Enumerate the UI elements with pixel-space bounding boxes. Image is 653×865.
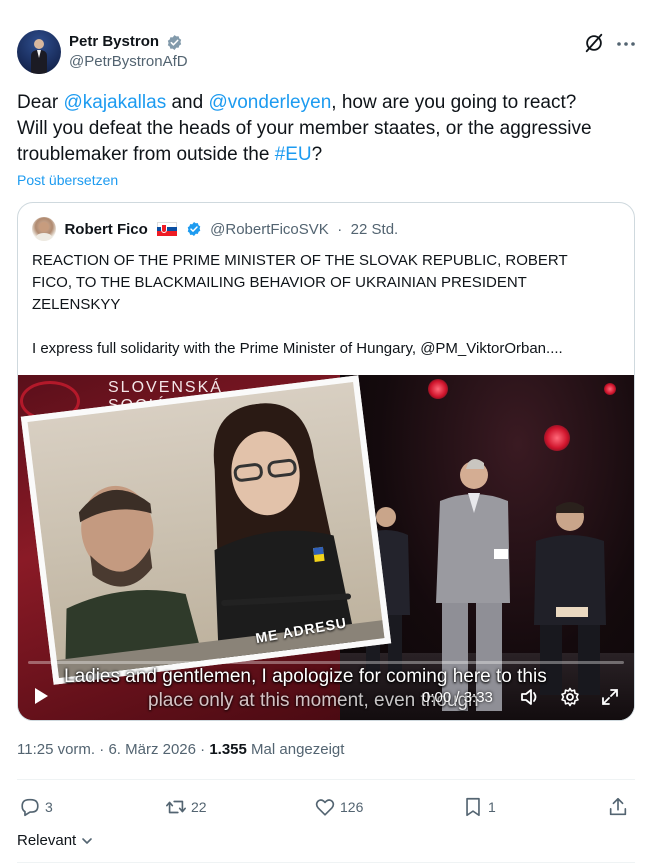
- video-controls: 0:00 / 3:33: [18, 675, 634, 715]
- tweet-text-fragment: ?: [311, 144, 323, 165]
- repost-icon: [166, 800, 186, 814]
- settings-gear-icon[interactable]: [560, 687, 580, 707]
- quoted-body-line: I express full solidarity with the Prime…: [32, 340, 563, 357]
- video-progress-bar[interactable]: [28, 661, 624, 664]
- bookmark-count: 1: [488, 799, 496, 815]
- meta-separator: ·: [200, 741, 206, 758]
- stage-light-icon: [544, 425, 570, 451]
- quoted-post-header: Robert Fico @RobertFicoSVK · 22 Std.: [32, 217, 398, 243]
- slovakia-flag-icon: [157, 222, 178, 236]
- stage-light-icon: [428, 379, 448, 399]
- mention-link[interactable]: @vonderleyen: [208, 92, 331, 113]
- reply-button[interactable]: 3: [19, 793, 53, 821]
- tweet-header: Petr Bystron @PetrBystronAfD: [17, 30, 637, 76]
- quoted-author-handle: @RobertFicoSVK: [210, 220, 329, 238]
- divider: [17, 862, 635, 863]
- mention-link[interactable]: @kajakallas: [63, 92, 166, 113]
- stage-light-icon: [604, 383, 616, 395]
- avatar-person-icon: [31, 39, 47, 74]
- post-date[interactable]: 6. März 2026: [108, 741, 196, 758]
- reply-count: 3: [45, 799, 53, 815]
- quoted-post-body: REACTION OF THE PRIME MINISTER OF THE SL…: [32, 250, 622, 360]
- tweet-text-fragment: troublemaker from outside the: [17, 144, 275, 165]
- author-avatar[interactable]: [17, 30, 61, 74]
- play-icon[interactable]: [32, 687, 50, 705]
- action-bar: 3 22 126 1: [17, 793, 635, 821]
- quoted-author-name[interactable]: Robert Fico: [64, 221, 147, 238]
- hashtag-link[interactable]: #EU: [275, 144, 312, 165]
- quoted-body-line: REACTION OF THE PRIME MINISTER OF THE SL…: [32, 252, 568, 269]
- like-button[interactable]: 126: [314, 793, 363, 821]
- video-player[interactable]: SLOVENSKÁ SOCIÁ: [18, 375, 634, 720]
- quoted-body-line: ZELENSKYY: [32, 296, 121, 313]
- heart-icon: [315, 799, 335, 816]
- post-meta: 11:25 vorm. · 6. März 2026 · 1.355 Mal a…: [17, 741, 344, 758]
- like-count: 126: [340, 799, 364, 815]
- divider: [17, 779, 635, 780]
- meta-separator: ·: [99, 741, 105, 758]
- quoted-post[interactable]: Robert Fico @RobertFicoSVK · 22 Std. REA…: [17, 202, 635, 721]
- verified-badge-icon: [168, 34, 182, 50]
- tweet-text-fragment: and: [166, 92, 209, 113]
- tweet-text-fragment: , how are you going to react?: [331, 92, 577, 113]
- quoted-body-line: FICO, TO THE BLACKMAILING BEHAVIOR OF UK…: [32, 274, 527, 291]
- author-handle[interactable]: @PetrBystronAfD: [69, 52, 188, 72]
- video-time-display: 0:00 / 3:33: [422, 689, 493, 706]
- fullscreen-icon[interactable]: [600, 687, 620, 707]
- views-label: Mal angezeigt: [251, 741, 345, 758]
- volume-icon[interactable]: [520, 687, 540, 707]
- repost-count: 22: [191, 799, 207, 815]
- quoted-post-time[interactable]: 22 Std.: [351, 221, 399, 238]
- quoted-separator: ·: [337, 220, 343, 238]
- bookmark-icon: [466, 797, 480, 817]
- tweet-text-line: Will you defeat the heads of your member…: [17, 118, 592, 139]
- chevron-down-icon: [82, 838, 93, 844]
- views-count: 1.355: [209, 741, 247, 758]
- video-photo-frame: ME ADRESU: [20, 375, 392, 685]
- share-icon: [609, 797, 627, 816]
- sort-label: Relevant: [17, 832, 77, 849]
- author-name-block: Petr Bystron @PetrBystronAfD: [69, 32, 188, 72]
- bookmark-button[interactable]: 1: [462, 793, 496, 821]
- quoted-avatar-person-icon: [35, 222, 53, 241]
- more-options-icon[interactable]: [615, 34, 637, 54]
- verified-badge-icon: [187, 222, 200, 236]
- sort-dropdown[interactable]: Relevant: [17, 832, 93, 849]
- reply-icon: [21, 798, 39, 817]
- translate-post-link[interactable]: Post übersetzen: [17, 172, 118, 188]
- quoted-author-avatar[interactable]: [32, 217, 56, 241]
- tweet-text-fragment: Dear: [17, 92, 64, 113]
- repost-button[interactable]: 22: [165, 793, 207, 821]
- share-button[interactable]: [607, 793, 633, 821]
- post-time[interactable]: 11:25 vorm.: [17, 741, 95, 758]
- author-display-name[interactable]: Petr Bystron: [69, 32, 159, 52]
- grok-icon[interactable]: [583, 32, 605, 54]
- tweet-text: Dear @kajakallas and @vonderleyen, how a…: [17, 90, 637, 168]
